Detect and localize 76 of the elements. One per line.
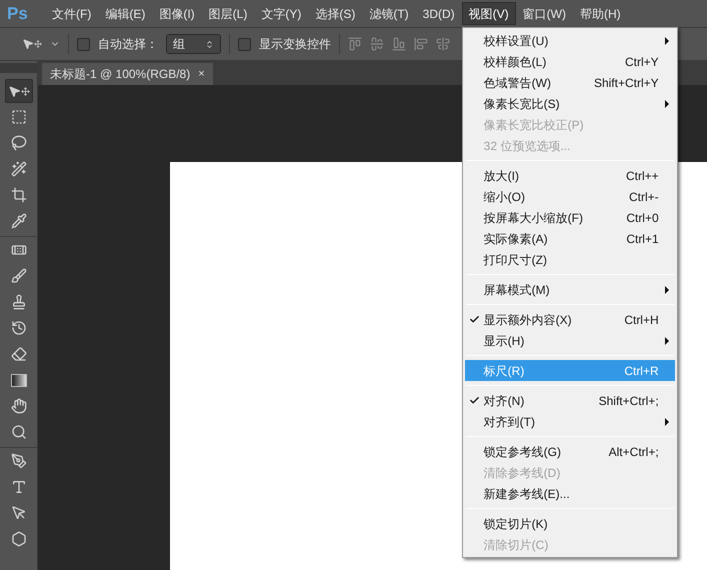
menu-entry[interactable]: 对齐(N) Shift+Ctrl+; bbox=[464, 390, 675, 411]
menu-entry-label: 校样颜色(L) bbox=[484, 54, 546, 70]
menu-entry[interactable]: 实际像素(A) Ctrl+1 bbox=[464, 228, 675, 249]
menu-entry-label: 锁定切片(K) bbox=[484, 516, 548, 532]
menu-entry-label: 对齐(N) bbox=[484, 392, 524, 410]
shortcut-label: Ctrl+R bbox=[624, 362, 659, 380]
menu-entry-label: 清除参考线(D) bbox=[484, 464, 560, 482]
menu-item[interactable]: 文件(F) bbox=[45, 2, 98, 25]
shortcut-label: Ctrl+1 bbox=[626, 230, 659, 248]
menu-entry-label: 像素长宽比(S) bbox=[484, 96, 560, 112]
menu-entry-label: 色域警告(W) bbox=[484, 74, 551, 92]
menu-entry-label: 标尺(R) bbox=[484, 362, 524, 380]
menu-entry[interactable]: 色域警告(W) Shift+Ctrl+Y bbox=[464, 72, 675, 93]
menu-entry-label: 按屏幕大小缩放(F) bbox=[484, 210, 583, 226]
auto-select-label: 自动选择： bbox=[98, 36, 158, 53]
menu-entry-label: 打印尺寸(Z) bbox=[484, 252, 547, 268]
menu-entry[interactable]: 显示额外内容(X) Ctrl+H bbox=[464, 309, 675, 330]
menu-entry[interactable]: 显示(H) bbox=[464, 330, 675, 351]
menu-entry-label: 锁定参考线(G) bbox=[484, 444, 561, 460]
menu-item[interactable]: 选择(S) bbox=[308, 2, 362, 25]
menu-item[interactable]: 图层(L) bbox=[202, 2, 254, 25]
close-icon[interactable]: × bbox=[198, 66, 205, 82]
menu-entry-label: 放大(I) bbox=[484, 168, 519, 184]
submenu-arrow-icon bbox=[664, 337, 669, 345]
up-down-arrows-icon bbox=[205, 40, 214, 48]
menu-item[interactable]: 文字(Y) bbox=[254, 2, 308, 25]
menu-entry[interactable]: 对齐到(T) bbox=[464, 411, 675, 432]
menu-entry[interactable]: 像素长宽比(S) bbox=[464, 93, 675, 114]
menu-entry-label: 对齐到(T) bbox=[484, 414, 535, 430]
menu-entry-label: 像素长宽比校正(P) bbox=[484, 116, 584, 134]
move-tool-icon[interactable] bbox=[22, 38, 42, 50]
submenu-arrow-icon bbox=[664, 286, 669, 294]
menu-item[interactable]: 滤镜(T) bbox=[362, 2, 416, 25]
menu-entry[interactable]: 屏幕模式(M) bbox=[464, 279, 675, 300]
shortcut-label: Ctrl+- bbox=[628, 188, 659, 206]
shortcut-label: Alt+Ctrl+; bbox=[608, 444, 659, 460]
submenu-arrow-icon bbox=[664, 100, 669, 108]
menu-entry-label: 显示(H) bbox=[484, 332, 524, 350]
shortcut-label: Shift+Ctrl+Y bbox=[594, 74, 659, 92]
shortcut-label: Ctrl+0 bbox=[626, 210, 659, 226]
move-tool-icon[interactable] bbox=[4, 79, 32, 103]
show-transform-label: 显示变换控件 bbox=[259, 36, 331, 53]
menu-entry-label: 校样设置(U) bbox=[484, 32, 548, 50]
menu-entry[interactable]: 按屏幕大小缩放(F) Ctrl+0 bbox=[464, 207, 675, 228]
menu-item[interactable]: 编辑(E) bbox=[98, 2, 152, 25]
checkbox[interactable] bbox=[77, 38, 90, 50]
menu-item[interactable]: 图像(I) bbox=[152, 2, 202, 25]
shortcut-label: Shift+Ctrl+; bbox=[598, 392, 659, 410]
menu-entry[interactable]: 新建参考线(E)... bbox=[464, 483, 675, 504]
menu-entry[interactable]: 校样颜色(L) Ctrl+Y bbox=[464, 51, 675, 72]
menu-entry[interactable]: 放大(I) Ctrl++ bbox=[464, 165, 675, 186]
menu-entry-label: 32 位预览选项... bbox=[484, 138, 570, 154]
target-select[interactable]: 组 bbox=[166, 34, 221, 54]
submenu-arrow-icon bbox=[664, 37, 669, 45]
menu-item[interactable]: 窗口(W) bbox=[516, 2, 573, 25]
app-logo: Ps bbox=[7, 2, 29, 25]
menu-entry-label: 屏幕模式(M) bbox=[484, 282, 550, 298]
menu-item[interactable]: 帮助(H) bbox=[572, 2, 628, 25]
shortcut-label: Ctrl++ bbox=[626, 168, 659, 184]
shortcut-label: Ctrl+H bbox=[624, 312, 659, 328]
submenu-arrow-icon bbox=[664, 418, 669, 426]
menu-entry-label: 实际像素(A) bbox=[484, 230, 548, 248]
menu-entry-label: 缩小(O) bbox=[484, 188, 525, 206]
menu-entry[interactable]: 缩小(O) Ctrl+- bbox=[464, 186, 675, 207]
menu-item[interactable]: 视图(V) bbox=[462, 2, 516, 25]
menu-entry[interactable]: 打印尺寸(Z) bbox=[464, 249, 675, 270]
menu-entry-label: 清除切片(C) bbox=[484, 536, 548, 554]
menu-entry-label: 新建参考线(E)... bbox=[484, 486, 570, 502]
menu-item[interactable]: 3D(D) bbox=[416, 2, 462, 25]
checkbox[interactable] bbox=[238, 38, 251, 50]
menu-entry[interactable]: 校样设置(U) bbox=[464, 30, 675, 51]
menu-entry[interactable]: 锁定参考线(G) Alt+Ctrl+; bbox=[464, 441, 675, 462]
menu-entry-label: 显示额外内容(X) bbox=[484, 312, 572, 328]
document-tab[interactable]: 未标题-1 @ 100%(RGB/8) × bbox=[42, 63, 213, 85]
shortcut-label: Ctrl+Y bbox=[624, 54, 659, 70]
menu-entry[interactable]: 锁定切片(K) bbox=[464, 513, 675, 534]
